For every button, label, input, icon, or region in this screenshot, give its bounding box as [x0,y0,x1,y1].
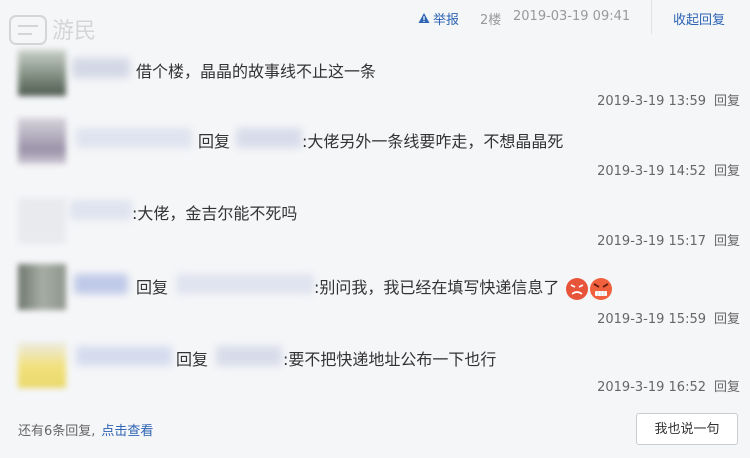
reply-content: :大佬另外一条线要咋走，不想晶晶死 [302,132,564,151]
username-blurred[interactable] [76,128,192,148]
reply-content: :大佬，金吉尔能不死吗 [132,204,298,223]
warning-icon [418,13,430,23]
reply-meta: 2019-3-19 16:52 回复 [597,376,740,395]
angry-face-icon [565,277,588,300]
reply-content: 回复 [198,128,230,152]
reply-button[interactable]: 回复 [714,234,740,249]
reply-meta: 2019-3-19 14:52 回复 [597,160,740,179]
reply-item: 回复 :别问我，我已经在填写快递信息了 2019-3-19 15:59 回复 [0,262,750,328]
reply-content: :要不把快递地址公布一下也行 [283,350,497,369]
reply-item: 借个楼，晶晶的故事线不止这一条 2019-3-19 13:59 回复 [0,50,750,112]
reply-target-blurred[interactable] [216,346,282,366]
reply-prefix: 回复 [176,350,209,369]
reply-prefix: 回复 [198,132,231,151]
reply-item: 回复 :大佬另外一条线要咋走，不想晶晶死 2019-3-19 14:52 回复 [0,118,750,180]
report-link[interactable]: 举报 [418,9,459,28]
reply-time: 2019-3-19 16:52 [597,380,706,395]
reply-content: 借个楼，晶晶的故事线不止这一条 [136,62,377,81]
collapse-replies-link[interactable]: 收起回复 [673,9,725,28]
reply-button[interactable]: 回复 [714,380,740,395]
reply-target-blurred[interactable] [236,128,302,148]
reply-prefix: 回复 [136,278,169,297]
reply-time: 2019-3-19 15:59 [597,312,706,327]
floor-number: 2楼 [480,13,502,28]
reply-time: 2019-3-19 14:52 [597,164,706,179]
username-blurred[interactable] [72,58,130,78]
reply-button[interactable]: 回复 [714,164,740,179]
username-blurred[interactable] [74,274,128,294]
more-replies-count: 还有6条回复, [18,424,96,439]
avatar[interactable] [18,198,66,244]
username-blurred[interactable] [70,200,132,220]
reply-target-blurred[interactable] [176,274,314,294]
reply-button[interactable]: 回复 [714,94,740,109]
add-reply-button[interactable]: 我也说一句 [636,413,738,445]
report-label: 举报 [433,13,460,28]
reply-content: 回复 [176,346,208,370]
more-replies-bar: 还有6条回复, 点击查看 [18,420,153,439]
furious-face-icon [589,277,612,300]
reply-item: 回复 :要不把快递地址公布一下也行 2019-3-19 16:52 回复 [0,338,750,400]
avatar[interactable] [18,342,66,388]
reply-content: :别问我，我已经在填写快递信息了 [314,274,613,301]
view-more-link[interactable]: 点击查看 [101,424,153,439]
avatar[interactable] [18,264,66,310]
reply-time: 2019-3-19 15:17 [597,234,706,249]
reply-button[interactable]: 回复 [714,312,740,327]
avatar[interactable] [18,118,66,164]
reply-content: 回复 [136,274,168,298]
username-blurred[interactable] [76,346,172,366]
reply-item: :大佬，金吉尔能不死吗 2019-3-19 15:17 回复 [0,192,750,252]
reply-meta: 2019-3-19 15:59 回复 [597,308,740,327]
reply-meta: 2019-3-19 13:59 回复 [597,90,740,109]
post-time: 2019-03-19 09:41 [513,9,631,24]
svg-text:游民: 游民 [52,19,96,44]
avatar[interactable] [18,50,66,96]
reply-time: 2019-3-19 13:59 [597,94,706,109]
site-watermark-logo: 游民 [9,15,96,45]
reply-meta: 2019-3-19 15:17 回复 [597,230,740,249]
header-divider [651,0,652,34]
